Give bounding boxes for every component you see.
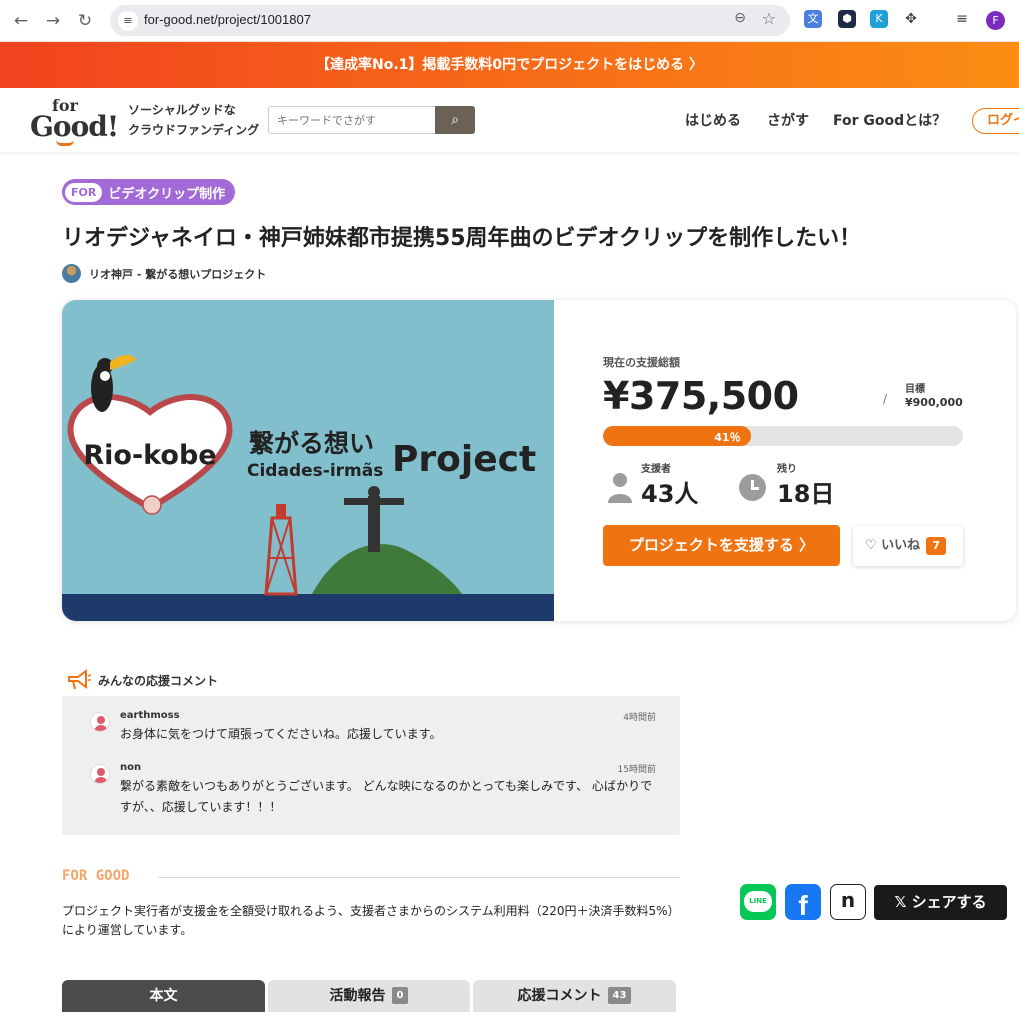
supporters-count: 43人 — [641, 480, 699, 508]
tagline-line-1: ソーシャルグッドな — [128, 103, 236, 117]
login-button[interactable]: ログイ — [972, 108, 1019, 134]
tab-support-comments[interactable]: 応援コメント 43 — [473, 980, 676, 1012]
tab-label: 本文 — [149, 988, 178, 1004]
comments-list: earthmoss 4時間前 お身体に気をつけて頑張ってくださいね。応援していま… — [62, 696, 680, 835]
share-x-button[interactable]: 𝕏 シェアする — [874, 885, 1007, 920]
visual-pt-text: Cidades-irmãs — [247, 461, 383, 481]
nav-about[interactable]: For Goodとは？ — [833, 110, 946, 130]
owner-name: リオ神戸 - 繋がる想いプロジェクト — [89, 267, 267, 281]
k-extension-icon[interactable]: K — [870, 10, 888, 28]
logo-good-text: Good! — [30, 110, 119, 143]
comment-time: 15時間前 — [617, 765, 656, 775]
bookmark-star-icon[interactable]: ☆ — [762, 9, 776, 28]
comment-text: お身体に気をつけて頑張ってくださいね。応援しています。 — [120, 727, 442, 741]
toucan-chest — [100, 371, 110, 381]
comment-user[interactable]: non — [120, 762, 141, 773]
tab-count-badge: 0 — [391, 987, 409, 1004]
remaining-days: 18日 — [777, 480, 835, 508]
search-input[interactable] — [268, 106, 436, 134]
total-amount-label: 現在の支援総額 — [603, 356, 680, 369]
forward-arrow-icon[interactable]: → — [42, 10, 64, 32]
tagline-line-2: クラウドファンディング — [128, 123, 260, 137]
translate-extension-icon[interactable]: 文 — [804, 10, 822, 28]
share-line-button[interactable]: LINE — [740, 884, 776, 920]
funding-stats: 現在の支援総額 ¥375,500 / 目標 ¥900,000 41％ 支援者 4… — [603, 300, 1016, 621]
site-info-icon[interactable]: ≡ — [118, 11, 138, 31]
support-project-button[interactable]: プロジェクトを支援する 〉 — [603, 525, 840, 566]
christ-statue-head — [368, 486, 380, 498]
comment-time: 4時間前 — [623, 713, 656, 723]
project-key-visual: Rio-kobe 繋がる想い Cidades-irmãs Project — [62, 300, 554, 621]
project-title: リオデジャネイロ・神戸姉妹都市提携55周年曲のビデオクリップを制作したい！ — [62, 226, 862, 251]
line-icon: LINE — [744, 891, 772, 912]
supporters-label: 支援者 — [641, 464, 671, 475]
nav-search[interactable]: さがす — [767, 110, 809, 130]
commenter-avatar-icon — [90, 764, 110, 784]
kobe-tower-top — [276, 504, 286, 518]
supporters-person-icon — [608, 473, 632, 503]
tab-activity-report[interactable]: 活動報告 0 — [268, 980, 470, 1012]
share-note-button[interactable]: n — [830, 884, 866, 920]
commenter-avatar-icon — [90, 712, 110, 732]
tab-main-text[interactable]: 本文 — [62, 980, 265, 1012]
like-button[interactable]: ♡ いいね 7 — [853, 526, 963, 566]
site-header: for Good! ソーシャルグッドな クラウドファンディング ⌕ はじめる さ… — [0, 88, 1019, 152]
goal-amount: ¥900,000 — [905, 396, 963, 409]
promo-banner[interactable]: 【達成率No.1】掲載手数料0円でプロジェクトをはじめる 〉 — [0, 42, 1019, 88]
search-button[interactable]: ⌕ — [435, 106, 475, 134]
project-owner[interactable]: リオ神戸 - 繋がる想いプロジェクト — [62, 264, 266, 283]
search-icon: ⌕ — [451, 112, 459, 128]
progress-bar-fill: 41％ — [603, 426, 751, 446]
visual-sea — [62, 594, 554, 621]
logo-smile-mark — [56, 140, 74, 146]
site-tagline: ソーシャルグッドな クラウドファンディング — [128, 100, 259, 140]
goal-separator: / — [883, 392, 888, 406]
hexagon-extension-icon[interactable]: ⬢ — [838, 10, 856, 28]
profile-avatar[interactable]: F — [986, 11, 1005, 30]
like-count-badge: 7 — [926, 537, 947, 555]
remaining-label: 残り — [777, 464, 797, 475]
progress-percent: 41％ — [714, 431, 741, 444]
site-logo[interactable]: for Good! — [30, 96, 119, 146]
like-label: ♡ いいね — [865, 538, 921, 553]
share-facebook-button[interactable]: f — [785, 884, 821, 921]
note-icon: n — [840, 888, 856, 912]
category-label: ビデオクリップ制作 — [108, 186, 226, 202]
owner-avatar — [62, 264, 81, 283]
comments-heading: みんなの応援コメント — [66, 668, 218, 692]
progress-bar: 41％ — [603, 426, 963, 446]
project-hero-card: Rio-kobe 繋がる想い Cidades-irmãs Project 現在の… — [62, 300, 1016, 621]
goal-label: 目標 — [905, 384, 925, 395]
zoom-icon[interactable]: ⊖ — [734, 10, 746, 26]
extensions-puzzle-icon[interactable]: ✥ — [902, 10, 920, 28]
for-good-divider — [158, 877, 680, 878]
url-text[interactable]: for-good.net/project/1001807 — [144, 12, 311, 27]
tab-count-badge: 43 — [607, 987, 632, 1004]
browser-toolbar: ← → ↻ ≡ for-good.net/project/1001807 ⊖ ☆… — [0, 0, 1019, 42]
category-for-badge: FOR — [65, 182, 103, 202]
megaphone-icon — [68, 669, 92, 690]
back-arrow-icon[interactable]: ← — [10, 10, 32, 32]
visual-jp-text: 繋がる想い — [249, 429, 374, 458]
tab-label: 応援コメント — [517, 988, 602, 1004]
comments-heading-text: みんなの応援コメント — [98, 673, 219, 688]
address-bar[interactable]: ≡ for-good.net/project/1001807 ⊖ ☆ — [110, 5, 790, 36]
comment-text: 繋がる素敵をいつもありがとうございます。 どんな映になるのかとっても楽しみです、… — [120, 779, 653, 814]
reading-list-icon[interactable]: ≡ — [953, 10, 971, 28]
for-good-description: プロジェクト実行者が支援金を全額受け取れるよう、支援者さまからのシステム利用料（… — [62, 904, 680, 937]
heart-text: Rio-kobe — [83, 440, 216, 471]
handshake-icon — [142, 495, 162, 515]
clock-icon — [739, 474, 766, 501]
christ-statue-arms — [344, 498, 404, 505]
tab-label: 活動報告 — [329, 988, 386, 1004]
comment-user[interactable]: earthmoss — [120, 710, 180, 721]
nav-start[interactable]: はじめる — [685, 110, 741, 130]
visual-project-text: Project — [392, 439, 536, 480]
category-tag[interactable]: FOR ビデオクリップ制作 — [62, 179, 236, 205]
reload-icon[interactable]: ↻ — [74, 10, 96, 32]
facebook-icon: f — [798, 890, 808, 921]
for-good-heading: FOR GOOD — [62, 868, 130, 884]
total-amount: ¥375,500 — [603, 374, 799, 418]
